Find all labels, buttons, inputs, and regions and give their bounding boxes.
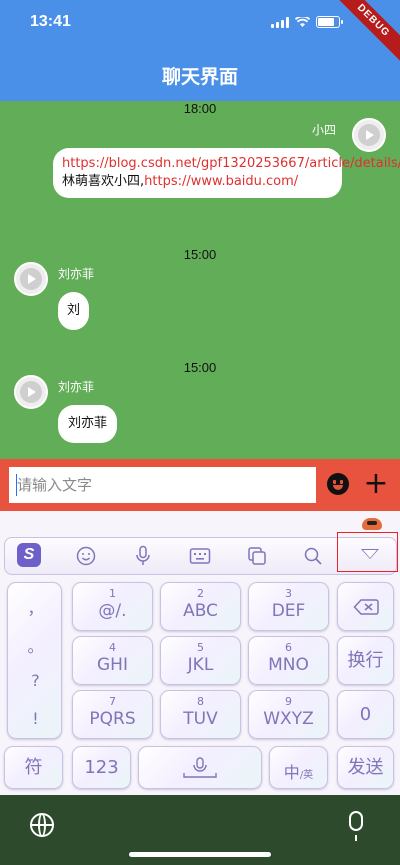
key-4[interactable]: 4 GHI <box>72 636 153 685</box>
avatar[interactable] <box>352 118 386 152</box>
message-link[interactable]: https://blog.csdn.net/gpf1320253667/arti… <box>62 156 400 171</box>
punct-key[interactable]: ? <box>8 671 63 690</box>
wifi-icon <box>295 16 310 27</box>
keyboard-icon[interactable] <box>188 545 212 567</box>
enter-key[interactable]: 换行 <box>337 636 394 685</box>
battery-icon <box>316 16 343 28</box>
sogou-logo-icon[interactable]: S <box>17 543 41 567</box>
avatar-placeholder-icon <box>20 381 42 403</box>
emoji-button-icon[interactable] <box>327 473 349 495</box>
status-time: 13:41 <box>30 13 71 30</box>
key-1[interactable]: 1 @/. <box>72 582 153 631</box>
message-time: 15:00 <box>183 247 217 262</box>
message-bubble[interactable]: 刘 <box>58 292 90 330</box>
key-6[interactable]: 6 MNO <box>248 636 329 685</box>
number-key[interactable]: 123 <box>72 746 131 789</box>
app-bar: 13:41 DEBUG 聊天界面 <box>0 0 400 101</box>
key-9[interactable]: 9 WXYZ <box>248 690 329 739</box>
globe-icon[interactable] <box>30 813 54 837</box>
zero-key[interactable]: 0 <box>337 690 394 739</box>
language-switch-key[interactable]: 中/英 <box>269 746 328 789</box>
key-7[interactable]: 7 PQRS <box>72 690 153 739</box>
add-attachment-button[interactable]: + <box>362 469 390 499</box>
microphone-icon[interactable] <box>349 811 363 841</box>
punct-key[interactable]: ! <box>8 709 63 728</box>
clipboard-icon[interactable] <box>245 545 269 567</box>
message-text: 刘 <box>67 303 81 318</box>
key-3[interactable]: 3 DEF <box>248 582 329 631</box>
avatar-placeholder-icon <box>358 124 380 146</box>
text-cursor <box>16 474 17 496</box>
backspace-icon <box>352 599 379 615</box>
status-icons <box>271 16 343 28</box>
message-time: 18:00 <box>183 101 217 116</box>
punctuation-column[interactable]: ， 。 ? ! <box>7 582 62 739</box>
chat-message-list[interactable]: 18:00 小四 https://blog.csdn.net/gpf132025… <box>0 101 400 459</box>
emoji-icon[interactable] <box>74 545 98 567</box>
message-bubble[interactable]: 刘亦菲 <box>58 405 118 443</box>
avatar-placeholder-icon <box>20 268 42 290</box>
microphone-icon[interactable] <box>131 545 155 567</box>
key-5[interactable]: 5 JKL <box>160 636 241 685</box>
send-key[interactable]: 发送 <box>337 746 394 789</box>
search-icon[interactable] <box>301 545 325 567</box>
message-text: 林萌喜欢小四, <box>62 174 145 189</box>
mascot-icon[interactable] <box>362 518 382 530</box>
sender-name: 刘亦菲 <box>58 267 95 281</box>
symbol-key[interactable]: 符 <box>4 746 63 789</box>
message-bubble[interactable]: https://blog.csdn.net/gpf1320253667/arti… <box>53 148 400 198</box>
space-key[interactable] <box>138 746 262 789</box>
message-link[interactable]: https://www.baidu.com/ <box>144 174 298 189</box>
signal-icon <box>271 16 289 28</box>
avatar[interactable] <box>14 375 48 409</box>
punct-key[interactable]: 。 <box>8 633 63 657</box>
sender-name: 刘亦菲 <box>58 380 95 394</box>
message-time: 15:00 <box>183 360 217 375</box>
message-input[interactable] <box>9 467 316 503</box>
collapse-icon <box>361 549 379 559</box>
key-2[interactable]: 2 ABC <box>160 582 241 631</box>
debug-banner: DEBUG <box>327 0 400 67</box>
space-mic-icon <box>183 757 217 778</box>
backspace-key[interactable] <box>337 582 394 631</box>
message-text: 刘亦菲 <box>68 416 108 431</box>
home-indicator[interactable] <box>129 852 271 857</box>
page-title: 聊天界面 <box>161 66 238 88</box>
punct-key[interactable]: ， <box>8 595 63 619</box>
avatar[interactable] <box>14 262 48 296</box>
sender-name: 小四 <box>311 123 336 137</box>
key-8[interactable]: 8 TUV <box>160 690 241 739</box>
